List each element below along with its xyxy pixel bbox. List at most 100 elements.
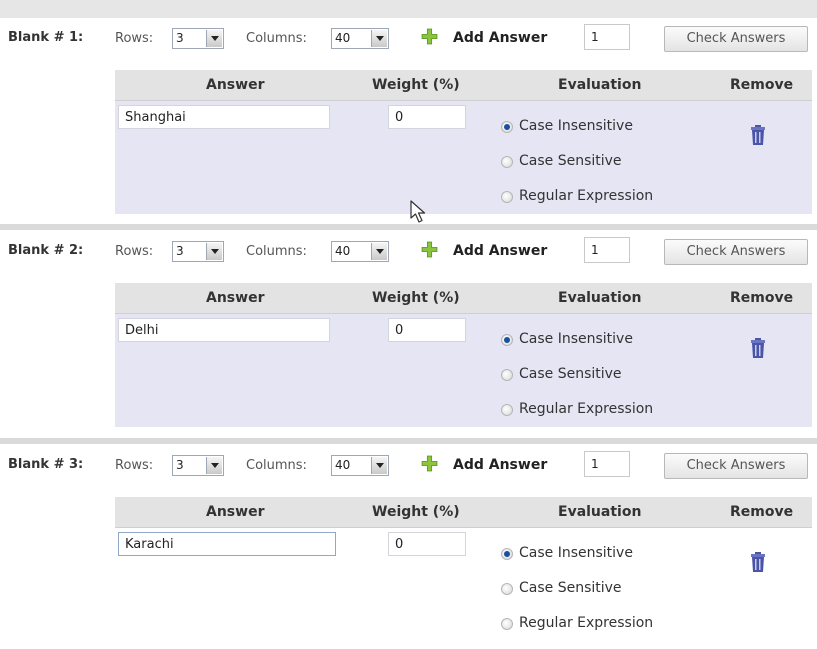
rows-select[interactable]: 3 bbox=[172, 455, 224, 476]
add-answer-count-input[interactable]: 1 bbox=[584, 237, 630, 263]
answers-table-header: Answer Weight (%) Evaluation Remove bbox=[115, 70, 812, 101]
answer-value: Delhi bbox=[125, 323, 159, 338]
columns-value: 40 bbox=[335, 244, 351, 258]
answer-value: Karachi bbox=[125, 537, 174, 552]
radio-label: Regular Expression bbox=[519, 615, 654, 631]
rows-value: 3 bbox=[176, 244, 184, 258]
columns-select[interactable]: 40 bbox=[331, 241, 389, 262]
add-answer-count-input[interactable]: 1 bbox=[584, 24, 630, 50]
rows-label: Rows: bbox=[115, 244, 154, 259]
radio-button[interactable] bbox=[501, 191, 513, 203]
radio-label: Case Sensitive bbox=[519, 580, 622, 596]
answers-table-header: Answer Weight (%) Evaluation Remove bbox=[115, 283, 812, 314]
trash-icon[interactable] bbox=[750, 338, 766, 358]
radio-button-checked[interactable] bbox=[501, 121, 513, 133]
rows-label: Rows: bbox=[115, 31, 154, 46]
blank-3-label: Blank # 3: bbox=[8, 457, 84, 472]
radio-label: Case Sensitive bbox=[519, 366, 622, 382]
chevron-down-icon[interactable] bbox=[206, 243, 222, 260]
weight-input[interactable]: 0 bbox=[388, 318, 466, 342]
columns-value: 40 bbox=[335, 31, 351, 45]
chevron-down-icon[interactable] bbox=[206, 30, 222, 47]
rows-select[interactable]: 3 bbox=[172, 28, 224, 49]
radio-button-checked[interactable] bbox=[501, 548, 513, 560]
columns-select[interactable]: 40 bbox=[331, 28, 389, 49]
columns-label: Columns: bbox=[246, 458, 307, 473]
chevron-down-icon[interactable] bbox=[371, 30, 387, 47]
plus-icon[interactable] bbox=[421, 455, 438, 472]
remove-column-header: Remove bbox=[730, 290, 794, 306]
weight-value: 0 bbox=[395, 537, 404, 552]
radio-label: Regular Expression bbox=[519, 188, 654, 204]
radio-button[interactable] bbox=[501, 156, 513, 168]
columns-value: 40 bbox=[335, 458, 351, 472]
evaluation-column-header: Evaluation bbox=[558, 290, 642, 306]
weight-column-header: Weight (%) bbox=[372, 77, 460, 93]
chevron-down-icon[interactable] bbox=[371, 243, 387, 260]
radio-label: Case Insensitive bbox=[519, 118, 633, 134]
add-answer-count: 1 bbox=[591, 30, 599, 44]
answers-panel: Answer Weight (%) Evaluation Remove Shan… bbox=[115, 70, 812, 214]
weight-value: 0 bbox=[395, 323, 404, 338]
radio-button[interactable] bbox=[501, 404, 513, 416]
weight-input[interactable]: 0 bbox=[388, 105, 466, 129]
mouse-pointer-icon bbox=[410, 200, 426, 223]
blank-1-label: Blank # 1: bbox=[8, 30, 84, 45]
radio-button[interactable] bbox=[501, 583, 513, 595]
evaluation-column-header: Evaluation bbox=[558, 77, 642, 93]
columns-select[interactable]: 40 bbox=[331, 455, 389, 476]
rows-value: 3 bbox=[176, 31, 184, 45]
blank-3-controls: Blank # 3: Rows: 3 Columns: 40 Add Answe… bbox=[0, 447, 817, 487]
answers-panel: Answer Weight (%) Evaluation Remove Kara… bbox=[115, 497, 812, 641]
rows-value: 3 bbox=[176, 458, 184, 472]
weight-column-header: Weight (%) bbox=[372, 504, 460, 520]
section-divider bbox=[0, 224, 817, 230]
blank-2-label: Blank # 2: bbox=[8, 243, 84, 258]
radio-label: Case Insensitive bbox=[519, 545, 633, 561]
remove-column-header: Remove bbox=[730, 77, 794, 93]
blank-1-controls: Blank # 1: Rows: 3 Columns: 40 Add Answe… bbox=[0, 20, 817, 60]
answer-input[interactable]: Delhi bbox=[118, 318, 330, 342]
radio-button[interactable] bbox=[501, 369, 513, 381]
rows-label: Rows: bbox=[115, 458, 154, 473]
check-answers-button[interactable]: Check Answers bbox=[664, 26, 808, 52]
add-answer-count: 1 bbox=[591, 243, 599, 257]
rows-select[interactable]: 3 bbox=[172, 241, 224, 262]
radio-button[interactable] bbox=[501, 618, 513, 630]
plus-icon[interactable] bbox=[421, 241, 438, 258]
evaluation-column-header: Evaluation bbox=[558, 504, 642, 520]
columns-label: Columns: bbox=[246, 244, 307, 259]
section-divider bbox=[0, 438, 817, 444]
remove-column-header: Remove bbox=[730, 504, 794, 520]
weight-column-header: Weight (%) bbox=[372, 290, 460, 306]
answer-column-header: Answer bbox=[206, 504, 265, 520]
add-answer-count: 1 bbox=[591, 457, 599, 471]
chevron-down-icon[interactable] bbox=[371, 457, 387, 474]
trash-icon[interactable] bbox=[750, 552, 766, 572]
chevron-down-icon[interactable] bbox=[206, 457, 222, 474]
add-answer-count-input[interactable]: 1 bbox=[584, 451, 630, 477]
answer-value: Shanghai bbox=[125, 110, 186, 125]
weight-input[interactable]: 0 bbox=[388, 532, 466, 556]
add-answer-label[interactable]: Add Answer bbox=[453, 30, 547, 46]
top-strip bbox=[0, 0, 817, 18]
answer-input[interactable]: Karachi bbox=[118, 532, 336, 556]
blank-2-controls: Blank # 2: Rows: 3 Columns: 40 Add Answe… bbox=[0, 233, 817, 273]
add-answer-label[interactable]: Add Answer bbox=[453, 457, 547, 473]
answers-table-header: Answer Weight (%) Evaluation Remove bbox=[115, 497, 812, 528]
check-answers-button[interactable]: Check Answers bbox=[664, 239, 808, 265]
trash-icon[interactable] bbox=[750, 125, 766, 145]
weight-value: 0 bbox=[395, 110, 404, 125]
check-answers-button[interactable]: Check Answers bbox=[664, 453, 808, 479]
columns-label: Columns: bbox=[246, 31, 307, 46]
radio-button-checked[interactable] bbox=[501, 334, 513, 346]
radio-label: Case Insensitive bbox=[519, 331, 633, 347]
answer-column-header: Answer bbox=[206, 77, 265, 93]
answer-input[interactable]: Shanghai bbox=[118, 105, 330, 129]
answers-panel: Answer Weight (%) Evaluation Remove Delh… bbox=[115, 283, 812, 427]
radio-label: Case Sensitive bbox=[519, 153, 622, 169]
radio-label: Regular Expression bbox=[519, 401, 654, 417]
plus-icon[interactable] bbox=[421, 28, 438, 45]
answer-column-header: Answer bbox=[206, 290, 265, 306]
add-answer-label[interactable]: Add Answer bbox=[453, 243, 547, 259]
